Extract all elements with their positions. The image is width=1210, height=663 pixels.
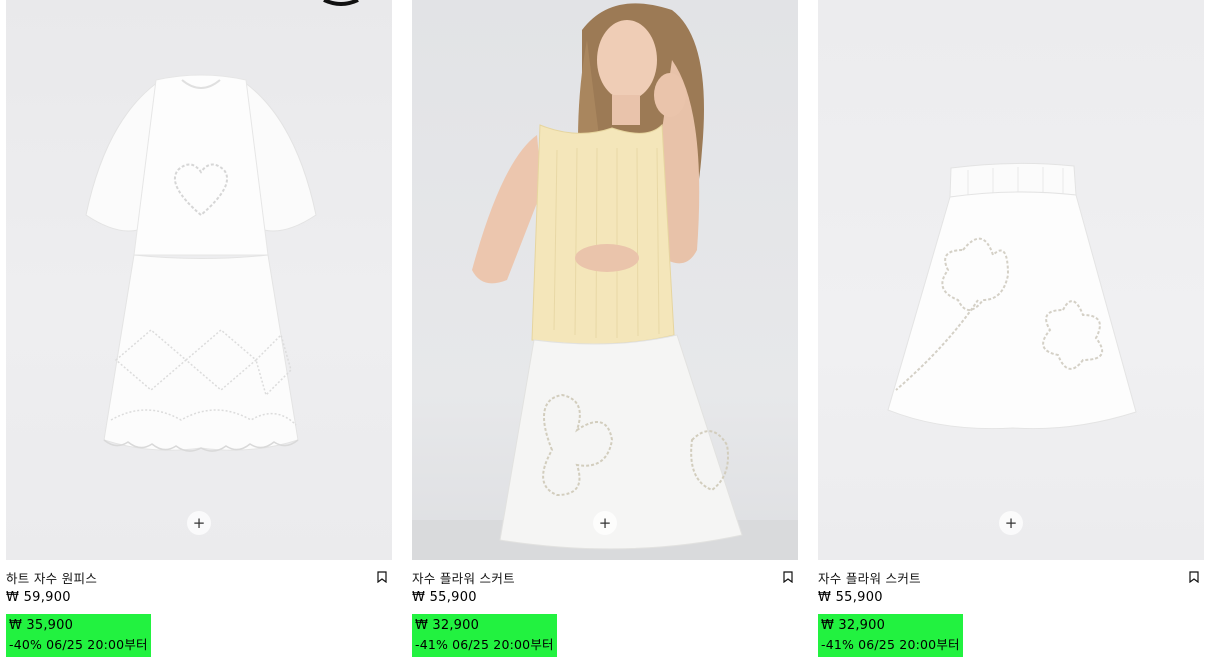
- quick-add-button[interactable]: +: [999, 511, 1023, 535]
- bookmark-icon[interactable]: [783, 571, 793, 583]
- original-price: ₩ 55,900: [412, 590, 477, 605]
- product-info: 자수 플라워 스커트 ₩ 55,900 ₩ 32,900 -41% 06/25 2…: [412, 560, 798, 657]
- bookmark-icon[interactable]: [377, 571, 387, 583]
- product-card: + 자수 플라워 스커트 ₩ 55,900 ₩ 32,900 -41% 06/25…: [412, 0, 798, 663]
- sale-price: ₩ 32,900: [415, 618, 480, 633]
- sale-start: 06/25 20:00부터: [858, 637, 960, 652]
- product-info: 하트 자수 원피스 ₩ 59,900 ₩ 35,900 -40% 06/25 20…: [6, 560, 392, 657]
- product-image[interactable]: +: [6, 0, 392, 560]
- sale-price: ₩ 32,900: [821, 618, 886, 633]
- dress-illustration: [85, 0, 359, 452]
- sale-start: 06/25 20:00부터: [46, 637, 148, 652]
- discount-percent: -40%: [9, 637, 43, 652]
- product-card: + 하트 자수 원피스 ₩ 59,900 ₩ 35,900 -40% 06/25 …: [6, 0, 392, 663]
- sale-badge: ₩ 35,900 -40% 06/25 20:00부터: [6, 614, 151, 657]
- discount-percent: -41%: [821, 637, 855, 652]
- sale-price: ₩ 35,900: [9, 618, 74, 633]
- product-image[interactable]: +: [412, 0, 798, 560]
- product-grid: + 하트 자수 원피스 ₩ 59,900 ₩ 35,900 -40% 06/25 …: [0, 0, 1210, 663]
- plus-icon: +: [1004, 513, 1018, 532]
- discount-percent: -41%: [415, 637, 449, 652]
- plus-icon: +: [192, 513, 206, 532]
- quick-add-button[interactable]: +: [593, 511, 617, 535]
- product-card: + 자수 플라워 스커트 ₩ 55,900 ₩ 32,900 -41% 06/25…: [818, 0, 1204, 663]
- product-name[interactable]: 자수 플라워 스커트: [412, 568, 515, 587]
- product-info: 자수 플라워 스커트 ₩ 55,900 ₩ 32,900 -41% 06/25 2…: [818, 560, 1204, 657]
- bookmark-icon[interactable]: [1189, 571, 1199, 583]
- skirt-illustration: [887, 162, 1137, 430]
- original-price: ₩ 55,900: [818, 590, 883, 605]
- sale-badge: ₩ 32,900 -41% 06/25 20:00부터: [412, 614, 557, 657]
- product-name[interactable]: 자수 플라워 스커트: [818, 568, 921, 587]
- product-name[interactable]: 하트 자수 원피스: [6, 568, 97, 587]
- original-price: ₩ 59,900: [6, 590, 71, 605]
- model-illustration: [412, 3, 798, 560]
- plus-icon: +: [598, 513, 612, 532]
- sale-start: 06/25 20:00부터: [452, 637, 554, 652]
- sale-badge: ₩ 32,900 -41% 06/25 20:00부터: [818, 614, 963, 657]
- quick-add-button[interactable]: +: [187, 511, 211, 535]
- product-image[interactable]: +: [818, 0, 1204, 560]
